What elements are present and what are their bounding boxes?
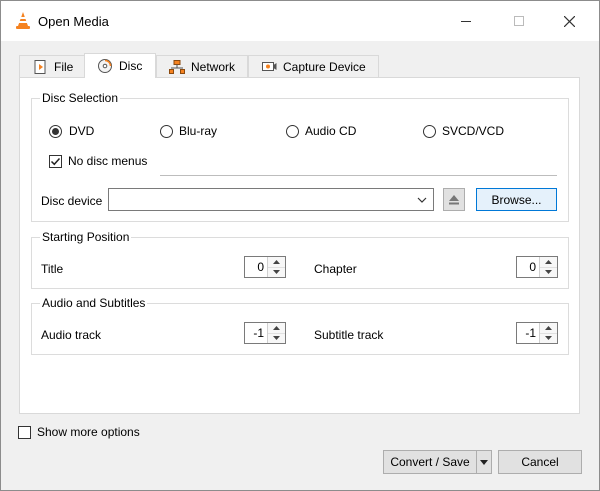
radio-audio-cd-label[interactable]: Audio CD bbox=[305, 124, 356, 138]
disc-selection-group: Disc Selection DVD Blu-ray Audio CD SVCD… bbox=[31, 91, 569, 222]
chevron-down-icon[interactable] bbox=[417, 197, 427, 203]
arrow-up-icon bbox=[545, 260, 552, 264]
tab-network[interactable]: Network bbox=[156, 55, 248, 77]
radio-bluray-label[interactable]: Blu-ray bbox=[179, 124, 217, 138]
chapter-value: 0 bbox=[529, 260, 536, 274]
no-disc-menus-checkbox[interactable] bbox=[49, 155, 62, 168]
disc-device-combobox[interactable] bbox=[108, 188, 434, 211]
audio-track-spinbox[interactable]: -1 bbox=[244, 322, 286, 344]
radio-audio-cd[interactable] bbox=[286, 125, 299, 138]
arrow-down-icon bbox=[545, 336, 552, 340]
close-icon bbox=[563, 15, 575, 27]
radio-svcd-vcd-label[interactable]: SVCD/VCD bbox=[442, 124, 504, 138]
disc-device-label: Disc device bbox=[41, 194, 103, 208]
browse-button[interactable]: Browse... bbox=[476, 188, 557, 211]
subtitle-track-value: -1 bbox=[525, 326, 536, 340]
audio-subtitles-title: Audio and Subtitles bbox=[40, 296, 148, 310]
title-spinbox[interactable]: 0 bbox=[244, 256, 286, 278]
maximize-button[interactable] bbox=[496, 1, 542, 41]
audio-track-decrement-button[interactable] bbox=[268, 333, 285, 343]
starting-position-title: Starting Position bbox=[40, 230, 132, 244]
tab-disc-label: Disc bbox=[119, 59, 143, 73]
convert-save-button[interactable]: Convert / Save bbox=[383, 450, 476, 474]
arrow-down-icon bbox=[273, 336, 280, 340]
chapter-label: Chapter bbox=[314, 262, 357, 276]
show-more-options-checkbox[interactable] bbox=[18, 426, 31, 439]
radio-svcd-vcd[interactable] bbox=[423, 125, 436, 138]
radio-bluray[interactable] bbox=[160, 125, 173, 138]
eject-icon bbox=[449, 194, 459, 204]
capture-device-icon bbox=[262, 61, 277, 71]
close-button[interactable] bbox=[546, 1, 592, 41]
disc-tab-panel: Disc Selection DVD Blu-ray Audio CD SVCD… bbox=[19, 77, 580, 414]
subtitle-track-label: Subtitle track bbox=[314, 328, 384, 342]
show-more-options-label[interactable]: Show more options bbox=[37, 425, 140, 439]
chapter-decrement-button[interactable] bbox=[540, 267, 557, 277]
arrow-down-icon bbox=[273, 270, 280, 274]
tab-file-label: File bbox=[54, 59, 74, 74]
no-disc-menus-label[interactable]: No disc menus bbox=[68, 154, 147, 168]
checkmark-icon bbox=[50, 157, 61, 166]
vlc-cone-icon bbox=[16, 12, 30, 29]
dropdown-arrow-icon bbox=[480, 459, 488, 465]
tab-file[interactable]: File bbox=[19, 55, 85, 77]
tab-capture-device[interactable]: Capture Device bbox=[248, 55, 379, 77]
title-value: 0 bbox=[257, 260, 264, 274]
subtitle-track-decrement-button[interactable] bbox=[540, 333, 557, 343]
eject-button[interactable] bbox=[443, 188, 465, 211]
disc-icon bbox=[98, 59, 112, 73]
minimize-button[interactable] bbox=[443, 1, 489, 41]
tab-disc[interactable]: Disc bbox=[84, 53, 156, 78]
title-label: Title bbox=[41, 262, 64, 276]
chapter-spinbox[interactable]: 0 bbox=[516, 256, 558, 278]
subtitle-track-spinbox[interactable]: -1 bbox=[516, 322, 558, 344]
maximize-icon bbox=[514, 16, 524, 26]
arrow-up-icon bbox=[273, 260, 280, 264]
cancel-button[interactable]: Cancel bbox=[498, 450, 582, 474]
minimize-icon bbox=[461, 21, 471, 22]
audio-track-label: Audio track bbox=[41, 328, 102, 342]
title-bar[interactable]: Open Media bbox=[1, 1, 599, 41]
cancel-label: Cancel bbox=[521, 455, 559, 469]
browse-button-label: Browse... bbox=[491, 192, 542, 207]
window-title: Open Media bbox=[38, 14, 109, 29]
starting-position-group: Starting Position Title 0 Chapter 0 bbox=[31, 230, 569, 289]
file-icon bbox=[34, 59, 46, 74]
radio-dvd[interactable] bbox=[49, 125, 62, 138]
convert-save-dropdown-button[interactable] bbox=[476, 450, 492, 474]
tab-network-label: Network bbox=[191, 59, 236, 74]
arrow-up-icon bbox=[545, 326, 552, 330]
radio-dvd-label[interactable]: DVD bbox=[69, 124, 94, 138]
disc-selection-title: Disc Selection bbox=[40, 91, 121, 105]
convert-save-label: Convert / Save bbox=[390, 455, 470, 469]
arrow-down-icon bbox=[545, 270, 552, 274]
tab-capture-device-label: Capture Device bbox=[283, 59, 366, 74]
audio-subtitles-group: Audio and Subtitles Audio track -1 Subti… bbox=[31, 296, 569, 355]
arrow-up-icon bbox=[273, 326, 280, 330]
network-icon bbox=[169, 59, 185, 74]
open-media-dialog: Open Media File Disc Network Capture Dev… bbox=[0, 0, 600, 491]
audio-track-value: -1 bbox=[253, 326, 264, 340]
title-decrement-button[interactable] bbox=[268, 267, 285, 277]
separator-line bbox=[160, 175, 557, 176]
